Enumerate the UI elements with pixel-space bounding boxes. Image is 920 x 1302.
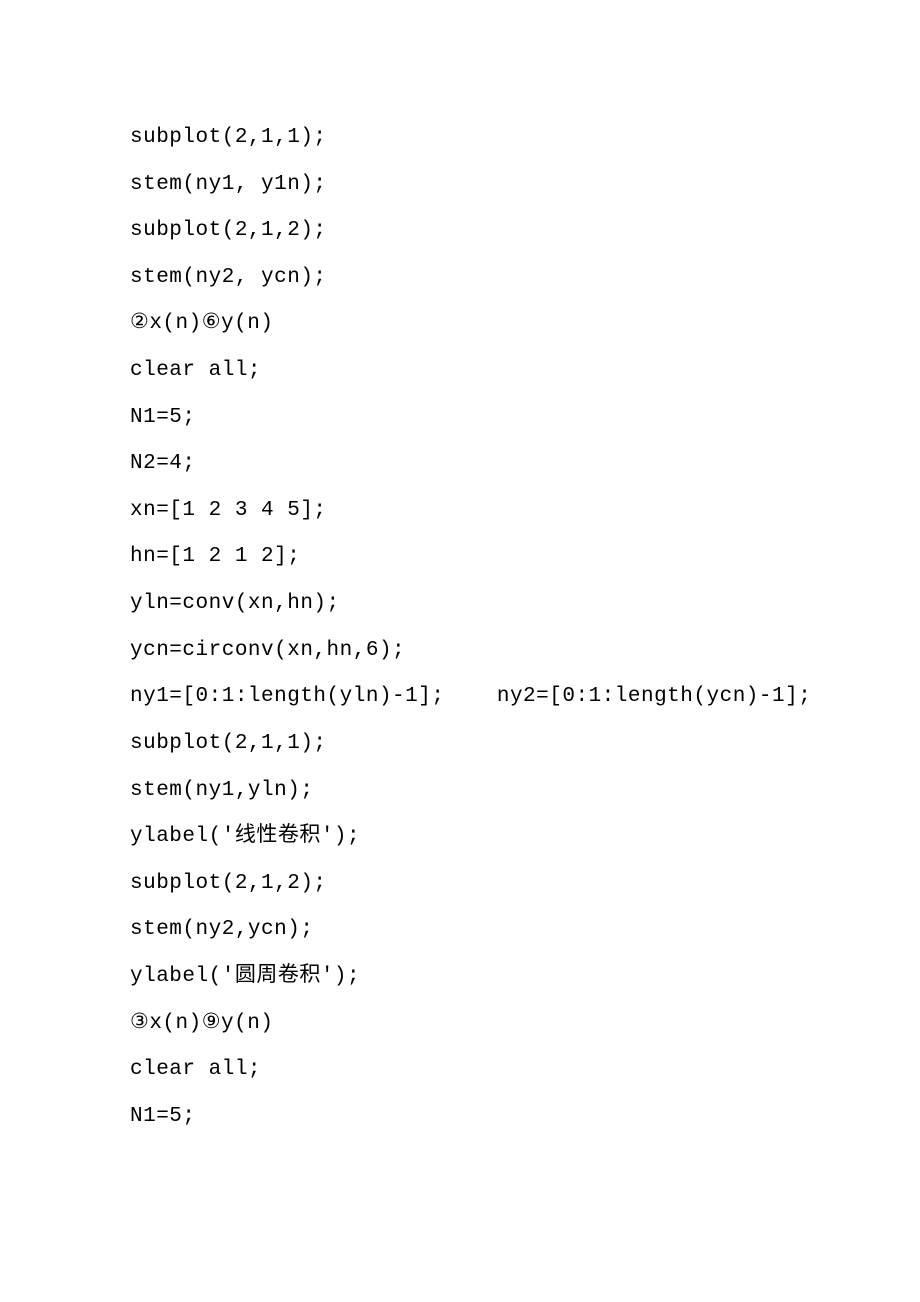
code-line: subplot(2,1,1); xyxy=(130,721,790,768)
code-line: N1=5; xyxy=(130,395,790,442)
code-line: subplot(2,1,2); xyxy=(130,861,790,908)
code-line: ylabel('圆周卷积'); xyxy=(130,954,790,1001)
code-line: ny1=[0:1:length(yln)-1]; ny2=[0:1:length… xyxy=(130,674,790,721)
code-line: N2=4; xyxy=(130,441,790,488)
code-line: stem(ny1,yln); xyxy=(130,768,790,815)
code-line: N1=5; xyxy=(130,1094,790,1141)
code-line: ylabel('线性卷积'); xyxy=(130,814,790,861)
code-line: ②x(n)⑥y(n) xyxy=(130,301,790,348)
code-line: clear all; xyxy=(130,348,790,395)
code-line: ③x(n)⑨y(n) xyxy=(130,1001,790,1048)
code-line: yln=conv(xn,hn); xyxy=(130,581,790,628)
code-line: hn=[1 2 1 2]; xyxy=(130,534,790,581)
code-line: subplot(2,1,1); xyxy=(130,115,790,162)
code-line: clear all; xyxy=(130,1047,790,1094)
code-line: xn=[1 2 3 4 5]; xyxy=(130,488,790,535)
code-line: subplot(2,1,2); xyxy=(130,208,790,255)
code-line: stem(ny2, ycn); xyxy=(130,255,790,302)
code-line: stem(ny2,ycn); xyxy=(130,907,790,954)
code-line: stem(ny1, y1n); xyxy=(130,162,790,209)
code-line: ycn=circonv(xn,hn,6); xyxy=(130,628,790,675)
code-block: subplot(2,1,1); stem(ny1, y1n); subplot(… xyxy=(130,115,790,1140)
